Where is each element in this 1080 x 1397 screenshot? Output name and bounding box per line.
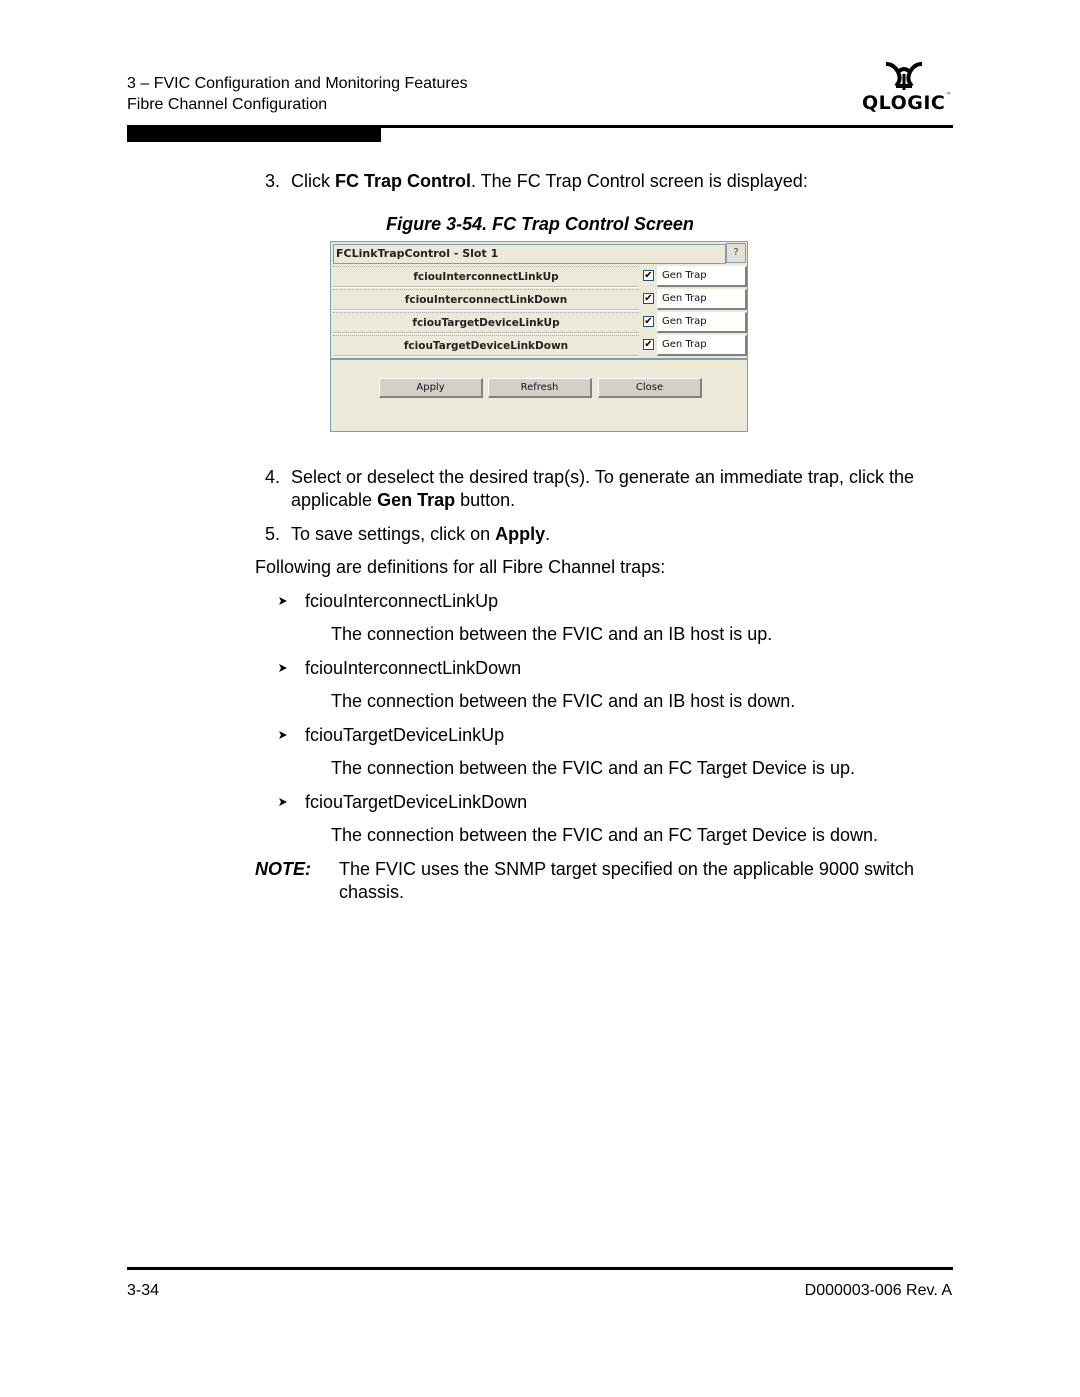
fc-trap-control-dialog: FCLinkTrapControl - Slot 1 ? fciouInterc… xyxy=(330,241,748,432)
step-4: 4. Select or deselect the desired trap(s)… xyxy=(265,466,914,512)
definition-term: fciouInterconnectLinkUp xyxy=(305,591,499,611)
note-label: NOTE: xyxy=(255,859,311,879)
gen-trap-button[interactable]: Gen Trap xyxy=(657,335,747,356)
trap-name: fciouTargetDeviceLinkDown xyxy=(333,335,639,357)
trap-name: fciouInterconnectLinkDown xyxy=(333,289,639,311)
trap-name: fciouTargetDeviceLinkUp xyxy=(333,312,639,334)
document-id: D000003-006 Rev. A xyxy=(804,1282,952,1299)
definition-desc: The connection between the FVIC and an F… xyxy=(331,758,855,778)
trap-checkbox[interactable]: ✔ xyxy=(643,270,654,281)
trap-name: fciouInterconnectLinkUp xyxy=(333,266,639,288)
note-text: The FVIC uses the SNMP target specified … xyxy=(339,858,959,904)
note-line: chassis. xyxy=(339,882,405,902)
definition-term: fciouTargetDeviceLinkUp xyxy=(305,725,505,745)
figure-caption: Figure 3-54. FC Trap Control Screen xyxy=(386,214,694,234)
definitions-intro: Following are definitions for all Fibre … xyxy=(255,557,666,577)
bullet-arrow-icon xyxy=(279,731,287,739)
step-text: . xyxy=(545,524,551,544)
definition-desc: The connection between the FVIC and an I… xyxy=(331,624,773,644)
gen-trap-button[interactable]: Gen Trap xyxy=(657,289,747,310)
definition-desc: The connection between the FVIC and an F… xyxy=(331,825,878,845)
help-button[interactable]: ? xyxy=(726,243,746,263)
page-number: 3-34 xyxy=(127,1282,160,1299)
step-number: 3. xyxy=(265,171,281,191)
footer-rule xyxy=(127,1267,953,1270)
trap-checkbox[interactable]: ✔ xyxy=(643,339,654,350)
step-bold: FC Trap Control xyxy=(335,171,471,191)
trap-checkbox[interactable]: ✔ xyxy=(643,316,654,327)
trap-row: fciouInterconnectLinkDown ✔ Gen Trap xyxy=(333,289,747,311)
trap-row: fciouTargetDeviceLinkDown ✔ Gen Trap xyxy=(333,335,747,357)
chapter-title: 3 – FVIC Configuration and Monitoring Fe… xyxy=(127,75,468,92)
step-text: . The FC Trap Control screen is displaye… xyxy=(471,171,808,191)
step-text: To save settings, click on xyxy=(291,524,496,544)
gen-trap-button[interactable]: Gen Trap xyxy=(657,312,747,333)
step-text: applicable xyxy=(291,490,378,510)
step-text: button. xyxy=(455,490,516,510)
gen-trap-button[interactable]: Gen Trap xyxy=(657,266,747,287)
trap-checkbox[interactable]: ✔ xyxy=(643,293,654,304)
note-line: The FVIC uses the SNMP target specified … xyxy=(339,859,914,879)
qlogic-logo-icon xyxy=(885,62,923,90)
bullet-arrow-icon xyxy=(279,597,287,605)
dialog-divider xyxy=(331,358,747,360)
header-rule-block xyxy=(127,128,381,142)
running-header: 3 – FVIC Configuration and Monitoring Fe… xyxy=(127,73,468,115)
logo-wordmark: QLOGIC™ xyxy=(862,92,952,114)
definition-term: fciouTargetDeviceLinkDown xyxy=(305,792,528,812)
step-5: 5. To save settings, click on Apply. xyxy=(265,523,550,546)
step-bold: Gen Trap xyxy=(377,490,456,510)
trap-row: fciouInterconnectLinkUp ✔ Gen Trap xyxy=(333,266,747,288)
apply-button[interactable]: Apply xyxy=(379,378,483,398)
trap-row: fciouTargetDeviceLinkUp ✔ Gen Trap xyxy=(333,312,747,334)
step-text: Select or deselect the desired trap(s). … xyxy=(291,467,914,487)
step-number: 5. xyxy=(265,524,281,544)
definition-term: fciouInterconnectLinkDown xyxy=(305,658,522,678)
bullet-arrow-icon xyxy=(279,798,287,806)
bullet-arrow-icon xyxy=(279,664,287,672)
section-title: Fibre Channel Configuration xyxy=(127,96,328,113)
close-button[interactable]: Close xyxy=(598,378,702,398)
step-text: Click xyxy=(291,171,335,191)
refresh-button[interactable]: Refresh xyxy=(488,378,592,398)
definition-desc: The connection between the FVIC and an I… xyxy=(331,691,796,711)
dialog-title: FCLinkTrapControl - Slot 1 xyxy=(333,244,726,264)
qlogic-logo: QLOGIC™ xyxy=(862,60,952,116)
step-3: 3. Click FC Trap Control. The FC Trap Con… xyxy=(265,170,808,193)
step-number: 4. xyxy=(265,467,281,487)
step-bold: Apply xyxy=(495,524,546,544)
